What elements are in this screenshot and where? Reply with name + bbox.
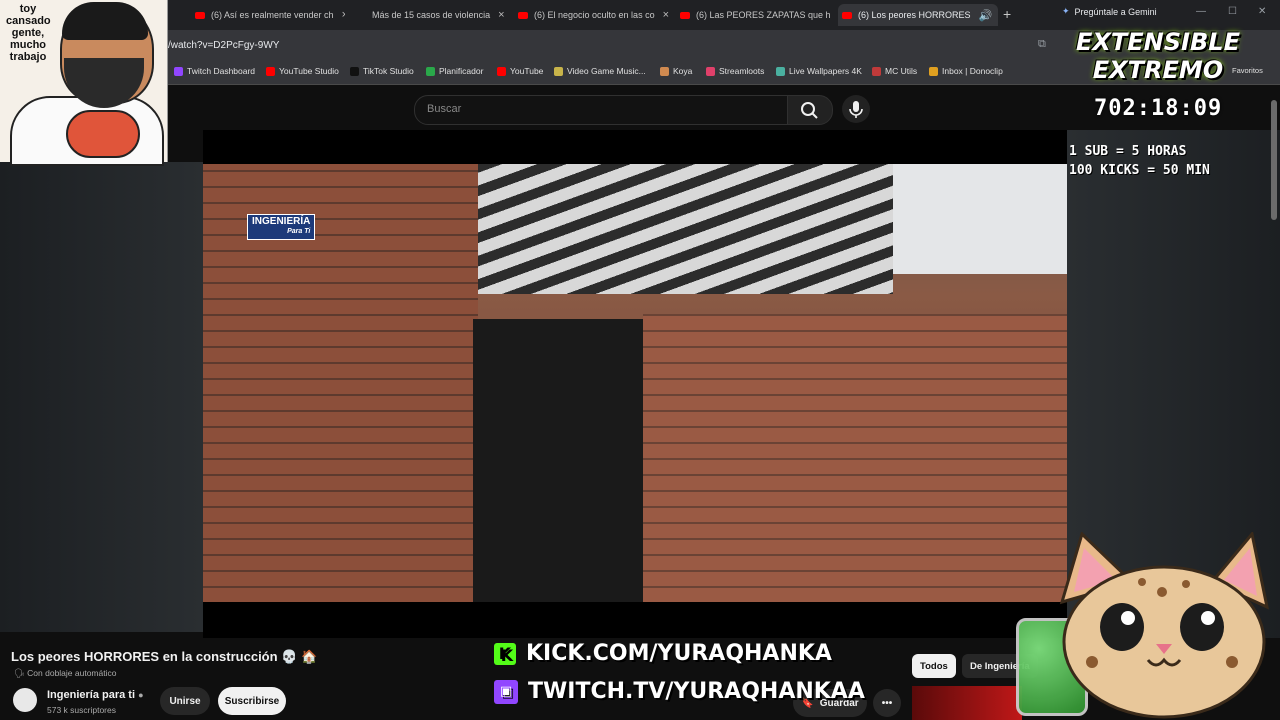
cat-mascot (1059, 532, 1270, 719)
join-button[interactable]: Unirse (160, 687, 210, 715)
video-player[interactable]: INGENIERÍA Para Ti (203, 130, 1067, 638)
ambient-glow-left (0, 162, 203, 632)
video-title: Los peores HORRORES en la construcción 💀… (11, 649, 318, 664)
rule-line: 100 KICKS = 50 MIN (1069, 163, 1210, 178)
scrollbar[interactable] (1271, 100, 1277, 220)
more-actions-button[interactable]: ••• (873, 689, 901, 717)
bookmark-icon (266, 66, 275, 76)
rule-line: 1 SUB = 5 HORAS (1069, 144, 1187, 159)
twitch-icon: ▣ (494, 679, 518, 704)
search-input[interactable]: Buscar (414, 95, 788, 125)
video-roof-beams (473, 164, 893, 294)
bookmark-item[interactable]: Twitch Dashboard (174, 66, 255, 76)
youtube-icon (842, 11, 852, 19)
subscriber-count: 573 k suscriptores (47, 705, 116, 715)
webcam-caption: toy cansado gente, mucho trabajo (6, 3, 51, 63)
bookmark-item[interactable]: Inbox | Donoclip (929, 66, 1003, 76)
verified-icon: ● (138, 690, 144, 700)
dubbing-label: 🗣 Con doblaje automático (14, 668, 117, 678)
youtube-icon (195, 11, 205, 19)
chip-all[interactable]: Todos (912, 654, 956, 678)
browser-tab[interactable]: (6) El negocio oculto en las co × (518, 4, 670, 26)
bookmark-item[interactable]: TikTok Studio (350, 66, 414, 76)
bookmark-item[interactable]: Koya (660, 66, 692, 76)
microphone-icon (849, 101, 863, 118)
video-brick-wall-right (643, 314, 1067, 602)
subscribe-button[interactable]: Suscribirse (218, 687, 286, 715)
minimize-icon[interactable]: — (1196, 6, 1206, 17)
bookmark-icon (426, 66, 435, 76)
close-icon[interactable]: × (342, 9, 345, 21)
recommended-thumbnail[interactable] (912, 686, 1022, 720)
bookmark-item[interactable]: YouTube (497, 66, 543, 76)
kick-link: K KICK.COM/YURAQHANKA (494, 641, 832, 666)
browser-tab[interactable]: Más de 15 casos de violencia × (356, 4, 504, 26)
event-logo: EXTENSIBLE EXTREMO (1076, 28, 1240, 84)
bookmark-icon (660, 66, 669, 76)
bookmark-item[interactable]: MC Utils (872, 66, 917, 76)
search-icon (801, 102, 818, 119)
close-icon[interactable]: × (498, 9, 504, 21)
gemini-button[interactable]: ✦ Pregúntale a Gemini (1062, 6, 1157, 17)
twitch-link: ▣ TWITCH.TV/YURAQHANKAA (494, 679, 865, 704)
youtube-icon (518, 11, 528, 19)
bookmark-icon (872, 66, 881, 76)
gemini-icon: ✦ (1062, 6, 1070, 16)
webcam-overlay: toy cansado gente, mucho trabajo (0, 0, 168, 166)
bookmark-item[interactable]: Streamloots (706, 66, 764, 76)
search-button[interactable] (787, 95, 833, 125)
video-brick-wall-left (203, 164, 478, 602)
bookmark-icon (174, 66, 183, 76)
bookmark-item[interactable]: Planificador (426, 66, 483, 76)
channel-watermark: INGENIERÍA Para Ti (247, 214, 316, 240)
bookmark-item[interactable]: YouTube Studio (266, 66, 339, 76)
youtube-icon (680, 11, 690, 19)
channel-name[interactable]: Ingeniería para ti ● (47, 689, 144, 701)
browser-tab-active[interactable]: (6) Los peores HORRORES🔊× (838, 4, 998, 26)
url-field[interactable]: /watch?v=D2PcFgy-9WY (168, 40, 279, 51)
close-window-icon[interactable]: ✕ (1258, 6, 1266, 17)
video-sky (893, 164, 1067, 274)
subathon-timer: 702:18:09 (1094, 96, 1223, 121)
browser-tab[interactable]: (6) Así es realmente vender ch × (195, 4, 345, 26)
bookmark-icon (497, 66, 506, 76)
bookmark-icon (929, 66, 938, 76)
bookmark-icon (350, 66, 359, 76)
browser-tab[interactable]: (6) Las PEORES ZAPATAS que h× (680, 4, 832, 26)
video-wall-opening (473, 319, 643, 602)
close-icon[interactable]: × (663, 9, 669, 21)
voice-search-button[interactable] (842, 95, 870, 123)
bookmark-item[interactable]: Video Game Music... (554, 66, 646, 76)
channel-avatar[interactable] (13, 688, 37, 712)
bookmark-icon (776, 66, 785, 76)
video-frame: INGENIERÍA Para Ti (203, 164, 1067, 602)
cast-icon[interactable]: ⧉ (1038, 38, 1046, 51)
subathon-rules: 1 SUB = 5 HORAS 100 KICKS = 50 MIN (1069, 142, 1210, 180)
new-tab-button[interactable]: + (1003, 6, 1011, 22)
bookmark-item[interactable]: Live Wallpapers 4K (776, 66, 862, 76)
speaker-icon[interactable]: 🔊 (979, 9, 993, 22)
avatar-hair (62, 2, 148, 40)
maximize-icon[interactable]: ☐ (1228, 6, 1237, 17)
bookmark-icon (554, 66, 563, 76)
translate-icon: 🗣 (14, 668, 28, 678)
avatar-hand (66, 110, 140, 158)
kick-icon: K (494, 642, 516, 665)
bookmark-icon (706, 66, 715, 76)
